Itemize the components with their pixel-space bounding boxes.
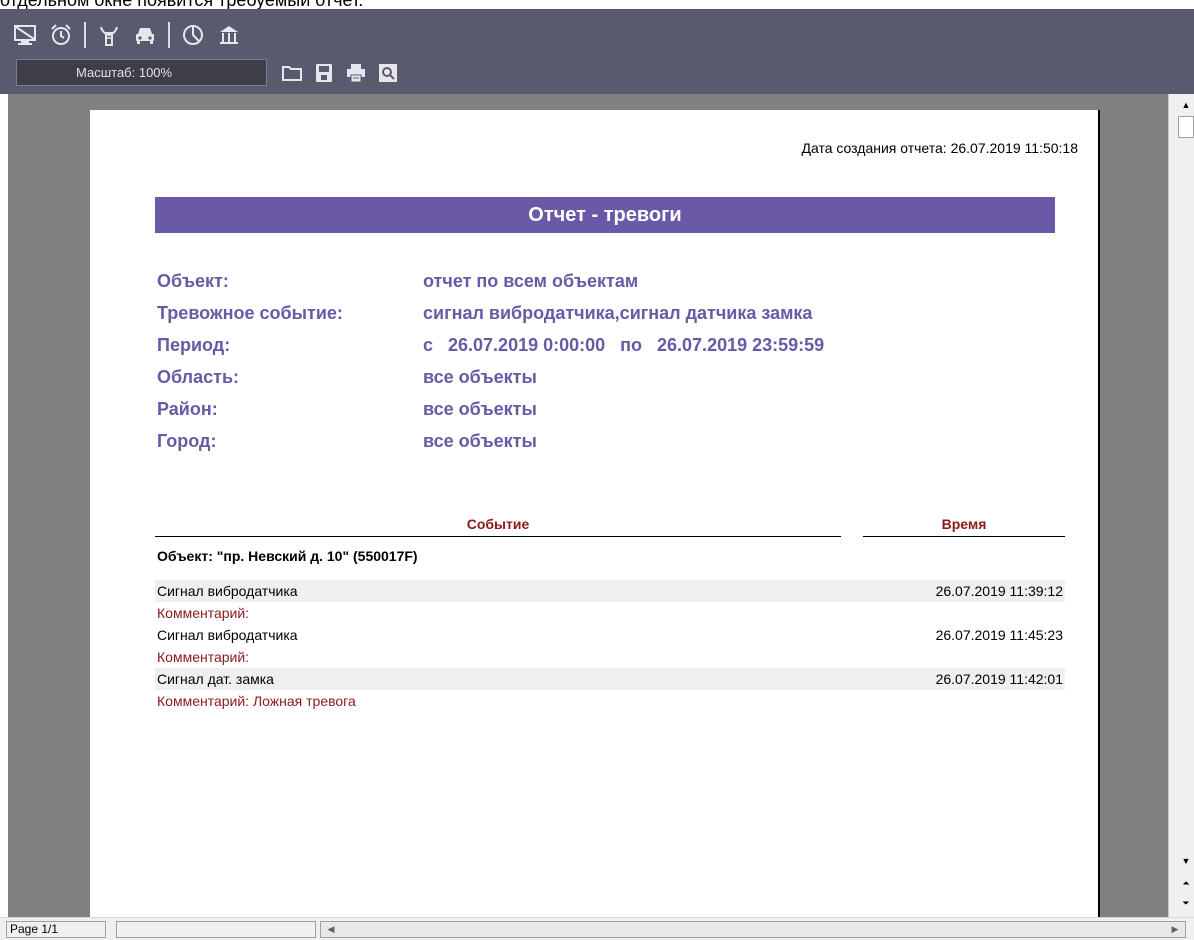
event-time: 26.07.2019 11:42:01 bbox=[935, 671, 1063, 687]
param-row-region: Область: все объекты bbox=[157, 361, 1057, 393]
table-row: Сигнал вибродатчика 26.07.2019 11:45:23 bbox=[155, 624, 1065, 646]
event-name: Сигнал вибродатчика bbox=[157, 627, 298, 643]
toolbar-separator bbox=[168, 22, 170, 48]
param-label: Тревожное событие: bbox=[157, 303, 343, 323]
save-icon[interactable] bbox=[310, 59, 338, 86]
param-value: все объекты bbox=[423, 399, 537, 419]
report-toolbar: Масштаб: 100% bbox=[0, 9, 1194, 94]
column-header-time: Время bbox=[863, 513, 1065, 537]
param-row-alarm-event: Тревожное событие: сигнал вибродатчика,с… bbox=[157, 297, 1057, 329]
horizontal-scrollbar[interactable]: ◀ ▶ bbox=[320, 921, 1186, 938]
report-title: Отчет - тревоги bbox=[155, 197, 1055, 233]
scroll-up-icon[interactable]: ▲ bbox=[1178, 96, 1194, 114]
param-row-city: Город: все объекты bbox=[157, 425, 1057, 457]
param-row-period: Период: с 26.07.2019 0:00:00 по 26.07.20… bbox=[157, 329, 1057, 361]
print-icon[interactable] bbox=[342, 59, 370, 86]
toolbar-separator bbox=[84, 22, 86, 48]
alarm-clock-icon[interactable] bbox=[46, 20, 76, 50]
table-row: Сигнал вибродатчика 26.07.2019 11:39:12 bbox=[155, 580, 1065, 602]
car-icon[interactable] bbox=[130, 20, 160, 50]
event-time: 26.07.2019 11:39:12 bbox=[935, 583, 1063, 599]
document-caption: отдельном окне появится требуемый отчет. bbox=[0, 0, 800, 9]
status-panel bbox=[116, 921, 316, 938]
preview-icon[interactable] bbox=[374, 59, 402, 86]
param-value: отчет по всем объектам bbox=[423, 271, 639, 291]
column-header-event: Событие bbox=[155, 513, 841, 537]
param-label: Объект: bbox=[157, 271, 229, 291]
scroll-right-icon[interactable]: ▶ bbox=[1167, 922, 1183, 937]
event-comment: Комментарий: Ложная тревога bbox=[157, 693, 356, 709]
toolbar-action-row bbox=[278, 59, 402, 86]
zoom-level-field[interactable]: Масштаб: 100% bbox=[16, 59, 267, 86]
vertical-scroll-thumb[interactable] bbox=[1178, 116, 1194, 138]
param-label: Период: bbox=[157, 335, 231, 355]
event-name: Сигнал дат. замка bbox=[157, 671, 274, 687]
table-row: Сигнал дат. замка 26.07.2019 11:42:01 bbox=[155, 668, 1065, 690]
monitor-icon[interactable] bbox=[10, 20, 40, 50]
antenna-icon[interactable] bbox=[94, 20, 124, 50]
events-list: Сигнал вибродатчика 26.07.2019 11:39:12 … bbox=[155, 580, 1065, 712]
event-comment: Комментарий: bbox=[157, 605, 250, 621]
scroll-down-icon[interactable]: ▼ bbox=[1178, 852, 1194, 870]
status-bar: Page 1/1 ◀ ▶ bbox=[0, 917, 1194, 940]
report-page: Дата создания отчета: 26.07.2019 11:50:1… bbox=[90, 110, 1100, 917]
event-comment: Комментарий: bbox=[157, 649, 250, 665]
building-icon[interactable] bbox=[214, 20, 244, 50]
report-parameters: Объект: отчет по всем объектам Тревожное… bbox=[157, 265, 1057, 457]
report-created-date: Дата создания отчета: 26.07.2019 11:50:1… bbox=[801, 140, 1078, 156]
object-group-title: Объект: "пр. Невский д. 10" (550017F) bbox=[157, 548, 418, 564]
pie-chart-icon[interactable] bbox=[178, 20, 208, 50]
open-folder-icon[interactable] bbox=[278, 59, 306, 86]
toolbar-top-row bbox=[10, 19, 244, 51]
param-value: все объекты bbox=[423, 431, 537, 451]
scroll-left-icon[interactable]: ◀ bbox=[323, 922, 339, 937]
report-viewport: Дата создания отчета: 26.07.2019 11:50:1… bbox=[8, 94, 1168, 917]
event-name: Сигнал вибродатчика bbox=[157, 583, 298, 599]
event-time: 26.07.2019 11:45:23 bbox=[935, 627, 1063, 643]
param-label: Город: bbox=[157, 431, 217, 451]
param-label: Район: bbox=[157, 399, 218, 419]
param-row-district: Район: все объекты bbox=[157, 393, 1057, 425]
vertical-scrollbar[interactable]: ▲ ▼ ⏶ ⏷ bbox=[1168, 94, 1194, 917]
page-down-icon[interactable]: ⏷ bbox=[1178, 894, 1194, 912]
param-label: Область: bbox=[157, 367, 240, 387]
page-indicator: Page 1/1 bbox=[6, 921, 106, 938]
param-row-object: Объект: отчет по всем объектам bbox=[157, 265, 1057, 297]
events-table-header: Событие Время bbox=[155, 513, 1065, 537]
page-up-icon[interactable]: ⏶ bbox=[1178, 874, 1194, 892]
param-value: с 26.07.2019 0:00:00 по 26.07.2019 23:59… bbox=[423, 335, 825, 355]
param-value: сигнал вибродатчика,сигнал датчика замка bbox=[423, 303, 813, 323]
param-value: все объекты bbox=[423, 367, 537, 387]
